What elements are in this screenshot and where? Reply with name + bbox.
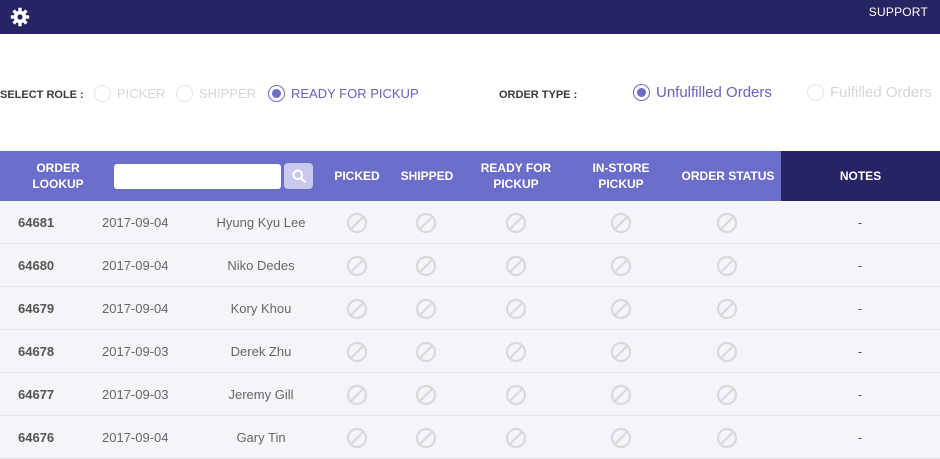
picked-not-allowed-icon[interactable]: [342, 330, 372, 373]
order-id[interactable]: 64679: [18, 287, 54, 330]
order-search-input[interactable]: [114, 164, 281, 189]
order-type-radio-unfulfilled[interactable]: Unfulfilled Orders: [633, 84, 772, 101]
in-store-pickup-not-allowed-icon[interactable]: [606, 287, 636, 330]
radio-circle[interactable]: [176, 85, 193, 102]
picked-not-allowed-icon[interactable]: [342, 373, 372, 416]
order-notes: -: [857, 258, 863, 273]
table-row[interactable]: 64676 2017-09-04 Gary Tin -: [0, 416, 940, 459]
radio-circle[interactable]: [807, 84, 824, 101]
shipped-not-allowed-icon[interactable]: [411, 416, 441, 459]
column-notes[interactable]: NOTES: [781, 151, 940, 201]
column-order-status[interactable]: ORDER STATUS: [676, 151, 780, 201]
filter-bar: SELECT ROLE : PICKER SHIPPER READY FOR P…: [0, 80, 940, 110]
order-type-label-unfulfilled: Unfulfilled Orders: [656, 84, 772, 101]
picked-not-allowed-icon[interactable]: [342, 201, 372, 244]
radio-circle-selected[interactable]: [633, 84, 650, 101]
order-notes: -: [857, 215, 863, 230]
customer-name: Jeremy Gill: [228, 387, 294, 402]
role-label-picker: PICKER: [117, 86, 166, 101]
order-status-not-allowed-icon[interactable]: [712, 287, 742, 330]
order-type-label-fulfilled: Fulfilled Orders: [830, 84, 932, 101]
role-label-shipper: SHIPPER: [199, 86, 257, 101]
picked-not-allowed-icon[interactable]: [342, 416, 372, 459]
ready-for-pickup-not-allowed-icon[interactable]: [501, 373, 531, 416]
role-radio-picker[interactable]: PICKER: [94, 85, 165, 102]
column-picked[interactable]: PICKED: [327, 151, 387, 201]
in-store-pickup-not-allowed-icon[interactable]: [606, 201, 636, 244]
order-status-not-allowed-icon[interactable]: [712, 373, 742, 416]
order-notes: -: [857, 430, 863, 445]
order-notes: -: [857, 301, 863, 316]
order-id[interactable]: 64681: [18, 201, 54, 244]
shipped-not-allowed-icon[interactable]: [411, 330, 441, 373]
in-store-pickup-not-allowed-icon[interactable]: [606, 330, 636, 373]
in-store-pickup-not-allowed-icon[interactable]: [606, 373, 636, 416]
radio-circle[interactable]: [94, 85, 111, 102]
picked-not-allowed-icon[interactable]: [342, 287, 372, 330]
orders-table-body: 64681 2017-09-04 Hyung Kyu Lee - 64680 2017-0…: [0, 201, 940, 459]
role-label-ready-for-pickup: READY FOR PICKUP: [291, 86, 419, 101]
order-status-not-allowed-icon[interactable]: [712, 330, 742, 373]
order-id[interactable]: 64677: [18, 373, 54, 416]
column-shipped[interactable]: SHIPPED: [394, 151, 460, 201]
in-store-pickup-not-allowed-icon[interactable]: [606, 244, 636, 287]
shipped-not-allowed-icon[interactable]: [411, 287, 441, 330]
order-date: 2017-09-04: [102, 301, 169, 316]
picked-not-allowed-icon[interactable]: [342, 244, 372, 287]
table-header: ORDER LOOKUP PICKED SHIPPED READY FOR PI…: [0, 151, 940, 201]
radio-circle-selected[interactable]: [268, 85, 285, 102]
column-notes-label: NOTES: [839, 169, 882, 183]
shipped-not-allowed-icon[interactable]: [411, 201, 441, 244]
order-lookup-label: ORDER LOOKUP: [32, 161, 84, 191]
order-date: 2017-09-04: [102, 215, 169, 230]
table-row[interactable]: 64677 2017-09-03 Jeremy Gill -: [0, 373, 940, 416]
order-id[interactable]: 64678: [18, 330, 54, 373]
table-row[interactable]: 64681 2017-09-04 Hyung Kyu Lee -: [0, 201, 940, 244]
in-store-pickup-not-allowed-icon[interactable]: [606, 416, 636, 459]
top-bar: SUPPORT: [0, 0, 940, 34]
shipped-not-allowed-icon[interactable]: [411, 244, 441, 287]
role-radio-shipper[interactable]: SHIPPER: [176, 85, 256, 102]
search-icon: [292, 169, 306, 183]
order-date: 2017-09-03: [102, 387, 169, 402]
order-notes: -: [857, 344, 863, 359]
shipped-not-allowed-icon[interactable]: [411, 373, 441, 416]
ready-for-pickup-not-allowed-icon[interactable]: [501, 244, 531, 287]
ready-for-pickup-not-allowed-icon[interactable]: [501, 330, 531, 373]
gear-icon[interactable]: [10, 7, 30, 27]
order-status-not-allowed-icon[interactable]: [712, 201, 742, 244]
order-date: 2017-09-04: [102, 430, 169, 445]
ready-for-pickup-not-allowed-icon[interactable]: [501, 287, 531, 330]
table-row[interactable]: 64679 2017-09-04 Kory Khou -: [0, 287, 940, 330]
column-in-store-pickup[interactable]: IN-STORE PICKUP: [581, 151, 661, 201]
order-id[interactable]: 64680: [18, 244, 54, 287]
order-status-not-allowed-icon[interactable]: [712, 416, 742, 459]
customer-name: Gary Tin: [236, 430, 286, 445]
table-row[interactable]: 64678 2017-09-03 Derek Zhu -: [0, 330, 940, 373]
customer-name: Kory Khou: [230, 301, 292, 316]
column-ready-for-pickup[interactable]: READY FOR PICKUP: [471, 151, 561, 201]
order-type-radio-fulfilled[interactable]: Fulfilled Orders: [807, 84, 932, 101]
support-link[interactable]: SUPPORT: [869, 5, 928, 19]
select-role-label: SELECT ROLE :: [0, 89, 84, 101]
customer-name: Derek Zhu: [230, 344, 292, 359]
order-id[interactable]: 64676: [18, 416, 54, 459]
order-date: 2017-09-03: [102, 344, 169, 359]
ready-for-pickup-not-allowed-icon[interactable]: [501, 201, 531, 244]
order-notes: -: [857, 387, 863, 402]
order-date: 2017-09-04: [102, 258, 169, 273]
customer-name: Hyung Kyu Lee: [216, 215, 306, 230]
search-button[interactable]: [284, 163, 313, 189]
order-status-not-allowed-icon[interactable]: [712, 244, 742, 287]
order-type-label: ORDER TYPE :: [499, 89, 578, 101]
role-radio-ready-for-pickup[interactable]: READY FOR PICKUP: [268, 85, 419, 102]
table-row[interactable]: 64680 2017-09-04 Niko Dedes -: [0, 244, 940, 287]
customer-name: Niko Dedes: [227, 258, 295, 273]
ready-for-pickup-not-allowed-icon[interactable]: [501, 416, 531, 459]
